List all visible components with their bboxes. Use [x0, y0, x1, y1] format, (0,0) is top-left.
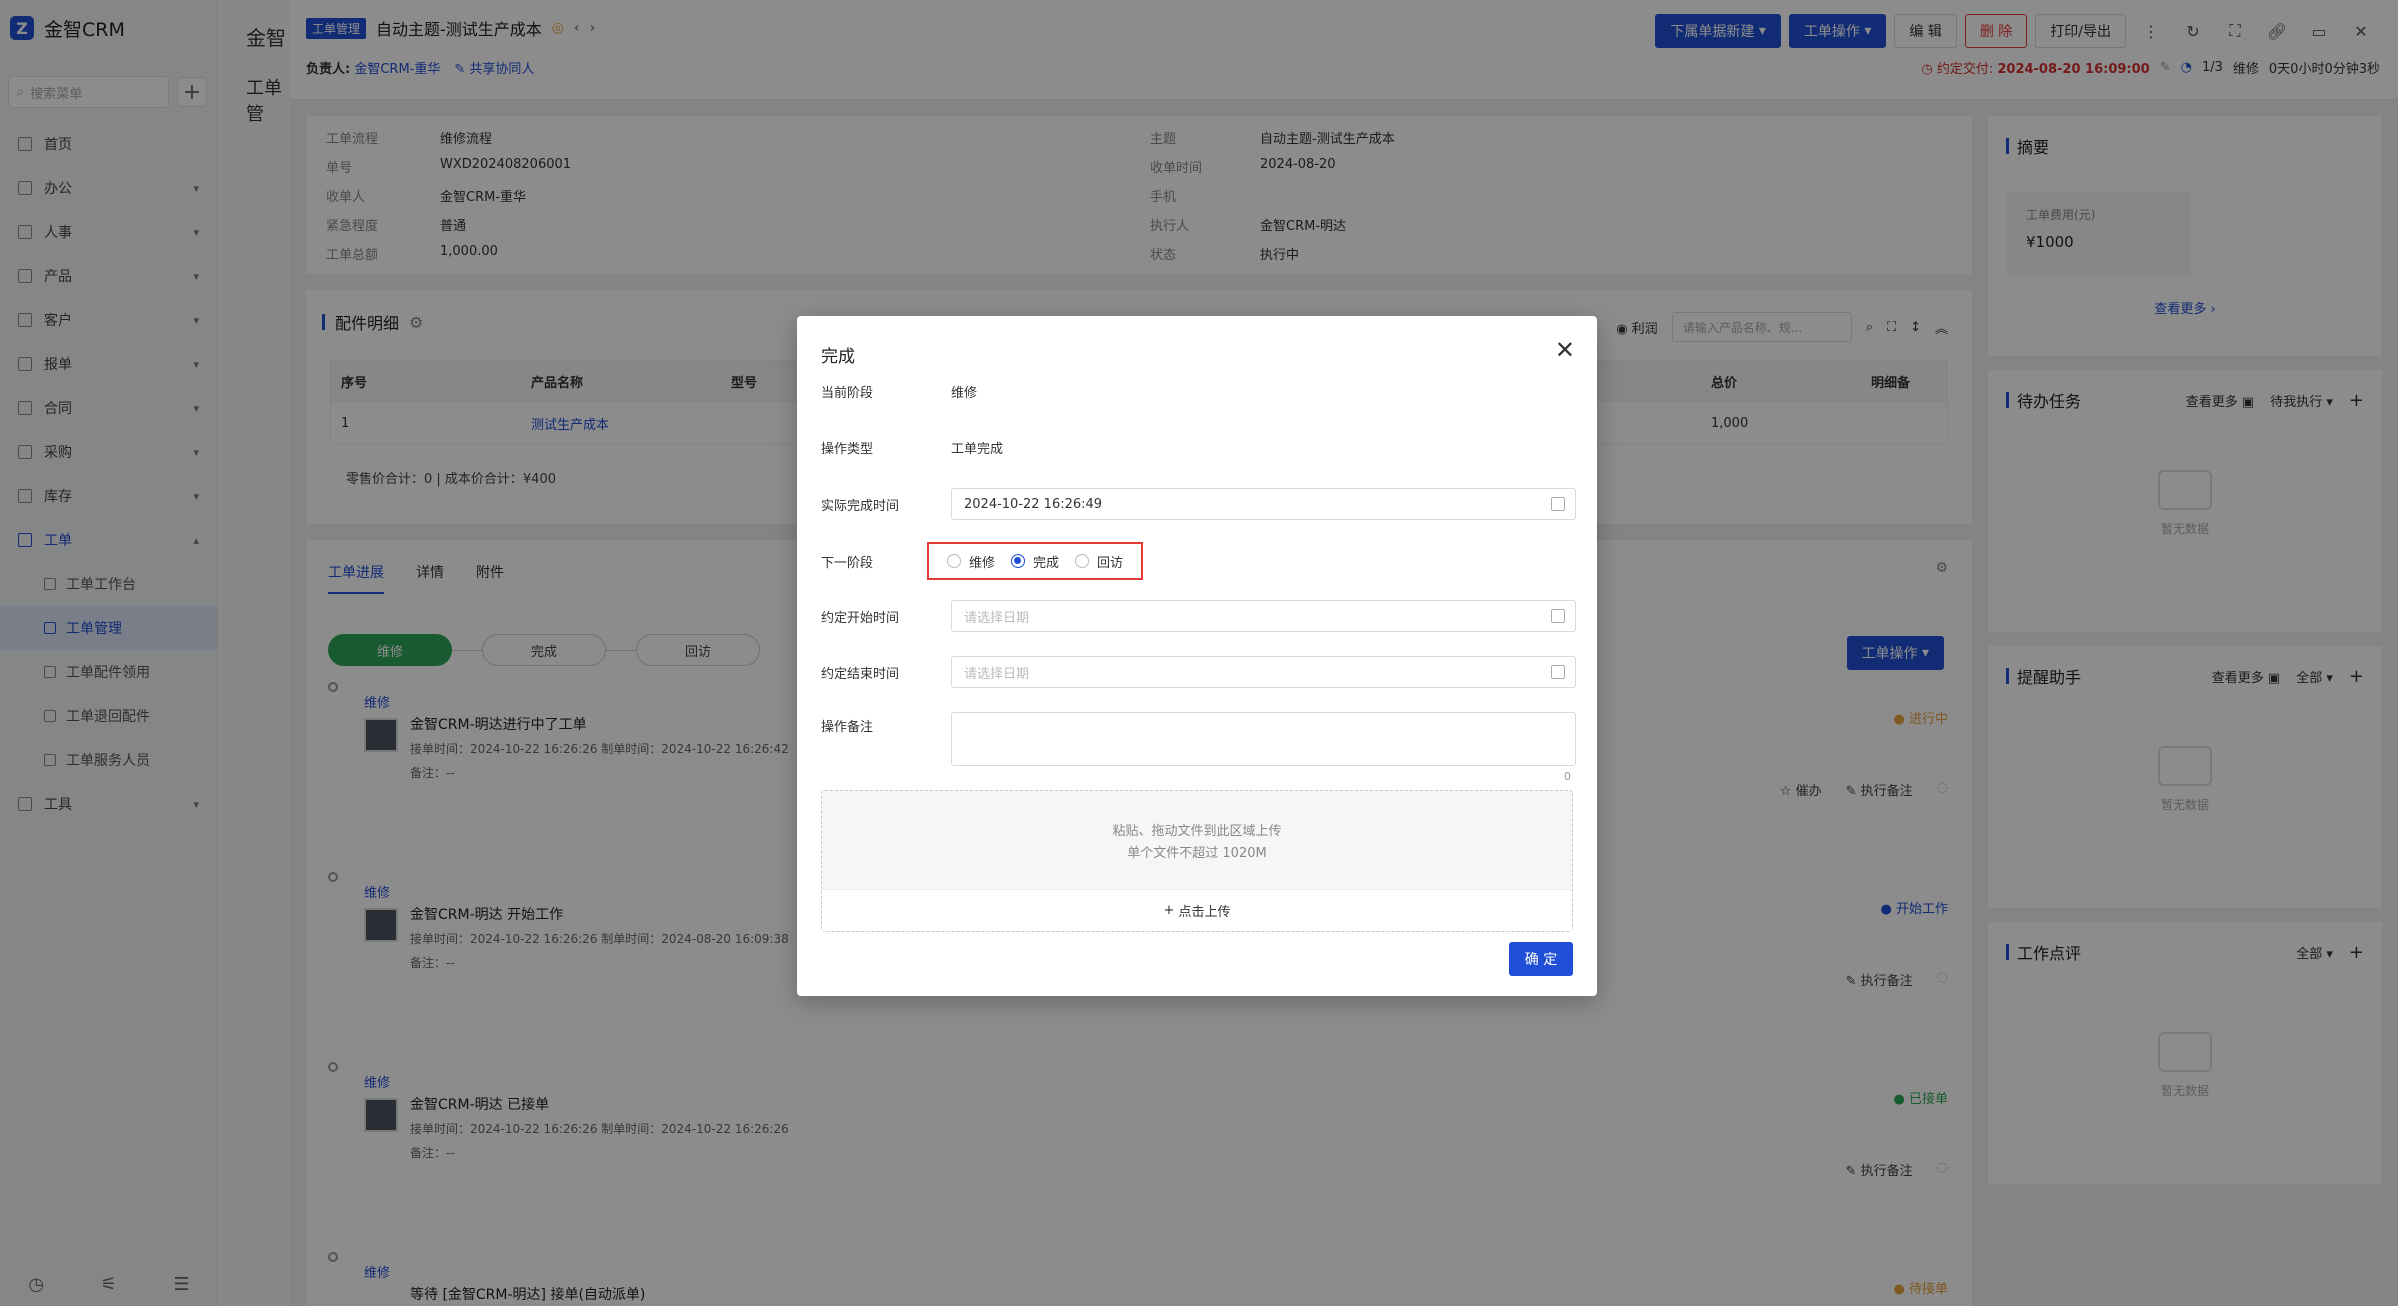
field-label: 操作类型	[821, 442, 874, 457]
field-label: 当前阶段	[821, 386, 874, 401]
end-time-row: 约定结束时间 请选择日期	[821, 656, 1576, 688]
char-counter: 0	[1564, 770, 1571, 783]
upload-hint: 粘贴、拖动文件到此区域上传	[1112, 824, 1282, 839]
field-label: 实际完成时间	[821, 498, 900, 514]
upload-button[interactable]: + 点击上传	[822, 889, 1572, 931]
upload-limit: 单个文件不超过 1020M	[1127, 846, 1267, 861]
current-stage-row: 当前阶段 维修	[821, 382, 977, 401]
remark-textarea[interactable]	[951, 712, 1576, 766]
next-stage-radio-complete[interactable]: 完成	[1011, 552, 1059, 571]
confirm-button[interactable]: 确 定	[1509, 942, 1573, 976]
agreed-start-time-input[interactable]: 请选择日期	[951, 600, 1576, 632]
op-type-value: 工单完成	[951, 442, 1004, 457]
start-time-row: 约定开始时间 请选择日期	[821, 600, 1576, 632]
actual-time-row: 实际完成时间 2024-10-22 16:26:49	[821, 488, 1576, 520]
agreed-end-time-input[interactable]: 请选择日期	[951, 656, 1576, 688]
field-label: 约定开始时间	[821, 610, 900, 626]
next-stage-row: 下一阶段 维修 完成 回访	[821, 542, 1144, 580]
current-stage-value: 维修	[951, 386, 978, 401]
field-label: 操作备注	[821, 720, 874, 735]
close-icon[interactable]: ✕	[1555, 336, 1575, 364]
field-label: 约定结束时间	[821, 666, 900, 682]
next-stage-radio-group: 维修 完成 回访	[927, 542, 1144, 580]
calendar-icon	[1551, 665, 1565, 679]
complete-dialog: 完成 ✕ 当前阶段 维修 操作类型 工单完成 实际完成时间 2024-10-22…	[797, 316, 1597, 996]
upload-dropzone[interactable]: 粘贴、拖动文件到此区域上传 单个文件不超过 1020M + 点击上传	[821, 790, 1573, 932]
calendar-icon	[1551, 609, 1565, 623]
remark-row: 操作备注	[821, 712, 1576, 766]
plus-icon: +	[1163, 903, 1175, 918]
actual-completion-time-input[interactable]: 2024-10-22 16:26:49	[951, 488, 1576, 520]
op-type-row: 操作类型 工单完成	[821, 438, 1003, 457]
dialog-title: 完成	[821, 347, 855, 367]
next-stage-radio-revisit[interactable]: 回访	[1075, 552, 1123, 571]
next-stage-radio-repair[interactable]: 维修	[947, 552, 995, 571]
calendar-icon	[1551, 497, 1565, 511]
